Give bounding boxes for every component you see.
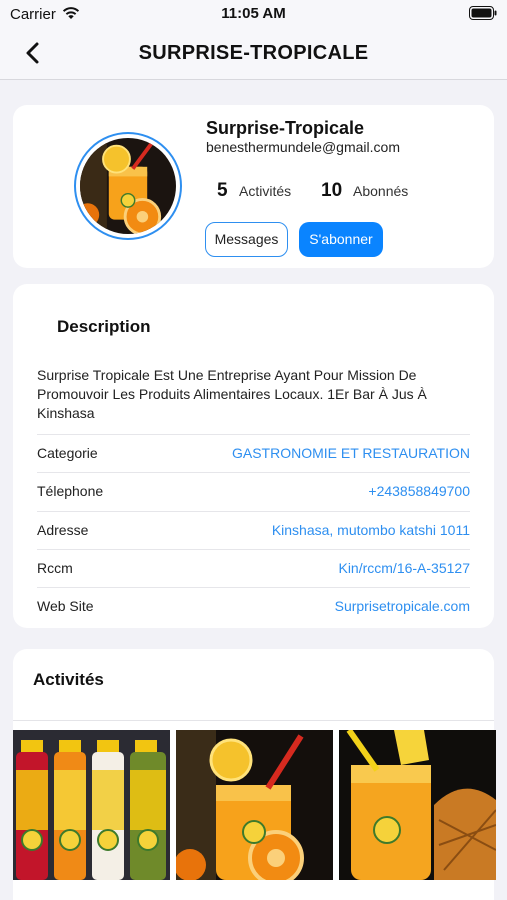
info-row-website: Web Site Surprisetropicale.com	[37, 587, 470, 625]
activities-label: Activités	[239, 183, 292, 199]
orange-juice-photo	[176, 730, 333, 880]
avatar[interactable]	[74, 132, 182, 240]
bottles-photo	[13, 730, 170, 880]
pineapple-juice-photo	[339, 730, 496, 880]
info-row-phone: Télephone +243858849700	[37, 472, 470, 510]
phone-value[interactable]: +243858849700	[368, 483, 470, 499]
address-value[interactable]: Kinshasa, mutombo katshi 1011	[272, 522, 470, 538]
activities-card: Activités	[13, 649, 494, 721]
status-time: 11:05 AM	[221, 5, 286, 22]
info-card: Description Surprise Tropicale Est Une E…	[13, 284, 494, 628]
activities-count: 5	[217, 180, 228, 201]
description-title: Description	[57, 317, 151, 336]
juice-glass-photo	[80, 138, 176, 234]
page-title: SURPRISE-TROPICALE	[138, 42, 369, 64]
battery-icon	[469, 6, 497, 20]
profile-card: Surprise-Tropicale benesthermundele@gmai…	[13, 105, 494, 268]
info-row-category: Categorie GASTRONOMIE ET RESTAURATION	[37, 434, 470, 472]
rccm-value[interactable]: Kin/rccm/16-A-35127	[338, 560, 470, 576]
messages-button[interactable]: Messages	[205, 222, 288, 257]
activity-thumbnail-orange-juice[interactable]	[176, 730, 333, 880]
activities-title: Activités	[33, 670, 104, 689]
description-text: Surprise Tropicale Est Une Entreprise Ay…	[37, 367, 427, 421]
info-row-rccm: Rccm Kin/rccm/16-A-35127	[37, 549, 470, 587]
navigation-bar: SURPRISE-TROPICALE	[0, 28, 507, 80]
activity-thumbnail-pineapple-juice[interactable]	[339, 730, 496, 880]
website-label: Web Site	[37, 598, 94, 614]
info-row-address: Adresse Kinshasa, mutombo katshi 1011	[37, 511, 470, 549]
status-bar: Carrier 11:05 AM	[0, 0, 507, 28]
address-label: Adresse	[37, 522, 89, 538]
followers-count: 10	[321, 180, 343, 201]
phone-label: Télephone	[37, 483, 104, 499]
profile-email: benesthermundele@gmail.com	[206, 139, 400, 155]
rccm-label: Rccm	[37, 560, 73, 576]
website-value[interactable]: Surprisetropicale.com	[335, 598, 470, 614]
profile-name: Surprise-Tropicale	[206, 118, 365, 138]
activity-thumbnail-bottles[interactable]	[13, 730, 170, 880]
followers-label: Abonnés	[353, 183, 409, 199]
category-value[interactable]: GASTRONOMIE ET RESTAURATION	[232, 445, 470, 461]
category-label: Categorie	[37, 445, 98, 461]
follow-button[interactable]: S'abonner	[299, 222, 383, 257]
